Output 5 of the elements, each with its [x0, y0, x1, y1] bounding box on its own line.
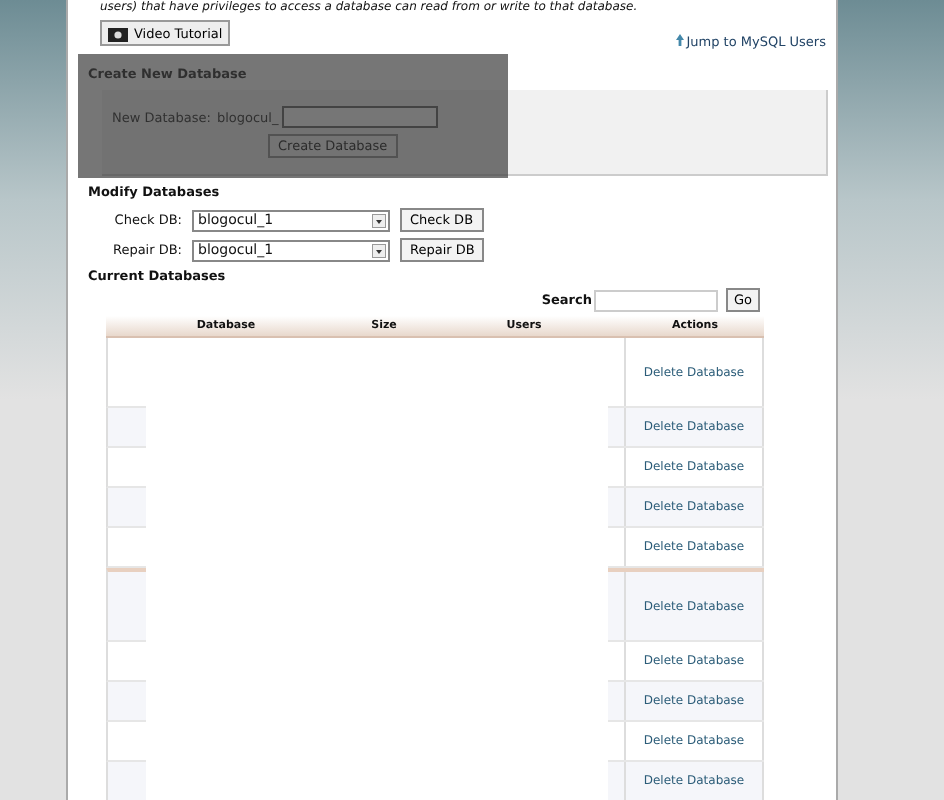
dropdown-icon [372, 243, 386, 257]
search-field[interactable] [593, 289, 718, 311]
camera-icon [108, 25, 128, 41]
arrow-icon [676, 34, 685, 46]
dropdown-icon [372, 213, 386, 227]
